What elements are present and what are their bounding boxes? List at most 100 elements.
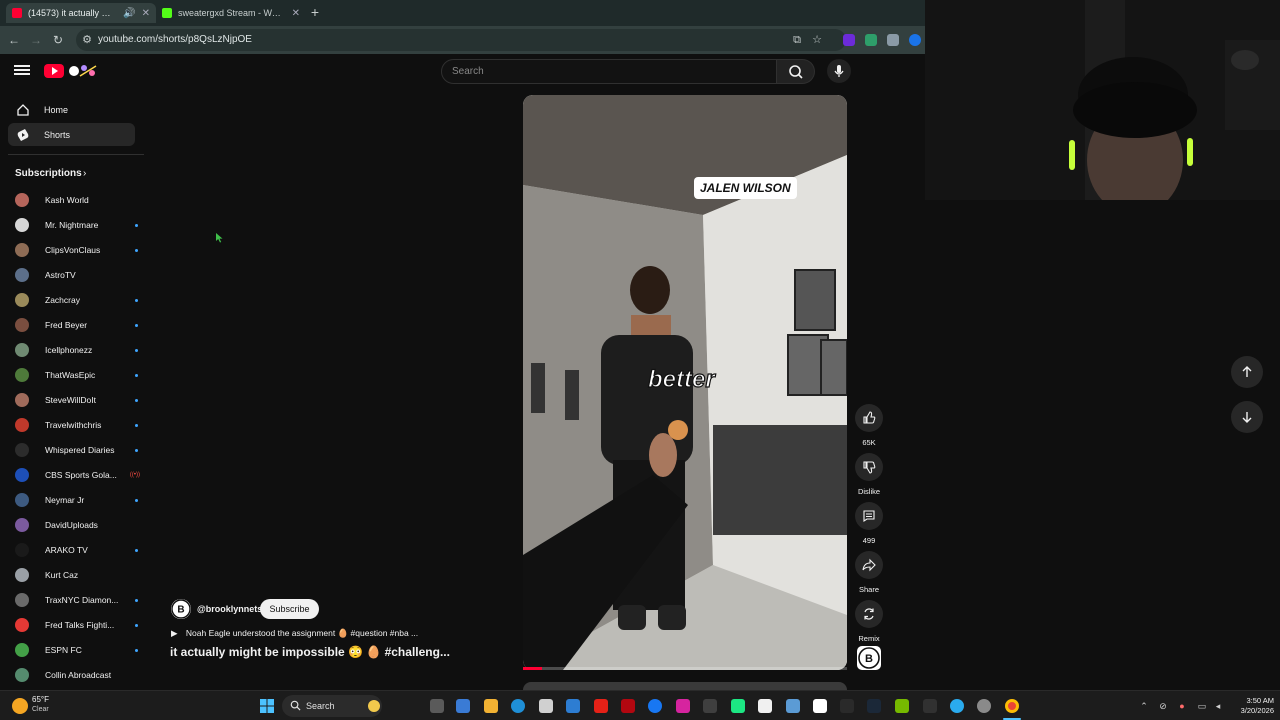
network-off-icon[interactable]: ⊘ — [1157, 700, 1169, 712]
profile-avatar-icon[interactable] — [909, 34, 921, 46]
subscribe-button[interactable]: Subscribe — [260, 599, 319, 619]
description-text: Noah Eagle understood the assignment 🥚 #… — [185, 628, 419, 638]
next-short-button[interactable] — [1231, 401, 1263, 433]
speaker-icon[interactable]: ◂ — [1212, 700, 1224, 712]
subscription-item[interactable]: Whispered Diaries — [15, 441, 140, 459]
chevron-right-icon[interactable]: › — [83, 168, 86, 179]
video-title[interactable]: it actually might be impossible 😳 🥚 #cha… — [170, 645, 450, 659]
telegram-icon[interactable] — [950, 699, 964, 713]
remix-button[interactable]: Remix — [855, 600, 883, 643]
clock-time[interactable]: 3:50 AM — [1238, 696, 1274, 705]
subscriptions-heading[interactable]: Subscriptions — [15, 168, 82, 179]
capcut-icon[interactable] — [840, 699, 854, 713]
microsoft-store-icon[interactable] — [539, 699, 553, 713]
previous-short-button[interactable] — [1231, 356, 1263, 388]
netflix-icon[interactable] — [621, 699, 635, 713]
subscription-item[interactable]: ThatWasEpic — [15, 366, 140, 384]
subscription-item[interactable]: Zachcray — [15, 291, 140, 309]
bookmark-star-icon[interactable]: ☆ — [810, 33, 824, 47]
instagram-icon[interactable] — [676, 699, 690, 713]
subscription-item[interactable]: Mr. Nightmare — [15, 216, 140, 234]
task-view-icon[interactable] — [430, 699, 444, 713]
youtube-logo-icon[interactable] — [44, 64, 64, 78]
channel-avatar[interactable]: B — [171, 599, 191, 619]
channel-name[interactable]: @brooklynnets — [197, 604, 262, 614]
new-tab-button[interactable]: + — [308, 4, 322, 20]
search-input[interactable]: Search — [441, 59, 777, 84]
subscription-item[interactable]: TraxNYC Diamon... — [15, 591, 140, 609]
weather-condition[interactable]: Clear — [32, 706, 49, 713]
chevron-up-icon[interactable]: ⌃ — [1138, 700, 1150, 712]
subscription-item[interactable]: ARAKO TV — [15, 541, 140, 559]
share-button[interactable]: Share — [855, 551, 883, 594]
install-app-icon[interactable]: ⧉ — [790, 33, 804, 47]
subscription-item[interactable]: CBS Sports Gola... ((•)) — [15, 466, 140, 484]
file-explorer-icon[interactable] — [484, 699, 498, 713]
subscription-item[interactable]: Fred Talks Fighti... — [15, 616, 140, 634]
subscription-item[interactable]: Neymar Jr — [15, 491, 140, 509]
like-button[interactable]: 65K — [855, 404, 883, 447]
sidebar-item-home[interactable]: Home — [8, 98, 135, 121]
tab-kick-stream[interactable]: sweatergxd Stream - Watch Live ✕ — [156, 3, 306, 23]
nvidia-icon[interactable] — [895, 699, 909, 713]
steam-icon[interactable] — [867, 699, 881, 713]
comments-button[interactable]: 499 — [855, 502, 883, 545]
subscription-item[interactable]: Icellphonezz — [15, 341, 140, 359]
search-button[interactable] — [777, 59, 815, 84]
subscription-item[interactable]: DavidUploads — [15, 516, 140, 534]
subscription-item[interactable]: SteveWillDoIt — [15, 391, 140, 409]
calculator-icon[interactable] — [703, 699, 717, 713]
tab-youtube-shorts[interactable]: (14573) it actually might be 🔊 ✕ — [6, 3, 156, 23]
hulu-icon[interactable] — [731, 699, 745, 713]
subscription-item[interactable]: Travelwithchris — [15, 416, 140, 434]
monitor-icon[interactable]: ▭ — [1196, 700, 1208, 712]
subscription-item[interactable]: Collin Abroadcast — [15, 666, 140, 684]
epic-games-icon[interactable] — [923, 699, 937, 713]
facebook-icon[interactable] — [648, 699, 662, 713]
reload-icon[interactable]: ↻ — [50, 32, 66, 48]
subscription-name: Mr. Nightmare — [45, 220, 99, 230]
video-description[interactable]: ▶ Noah Eagle understood the assignment 🥚… — [171, 628, 418, 639]
subscription-item[interactable]: ClipsVonClaus — [15, 241, 140, 259]
copilot-icon[interactable] — [456, 699, 470, 713]
taskbar-search-box[interactable]: Search — [282, 695, 382, 717]
sound-source-thumbnail[interactable]: B — [857, 646, 881, 670]
extension-puzzle-icon[interactable] — [887, 34, 899, 46]
forward-arrow-icon[interactable]: → — [28, 32, 44, 48]
close-tab-icon[interactable]: ✕ — [142, 8, 150, 19]
weather-temperature[interactable]: 65°F — [32, 695, 49, 704]
site-info-icon[interactable]: ⚙ — [80, 33, 94, 47]
subscription-name: Icellphonezz — [45, 345, 93, 355]
edge-browser-icon[interactable] — [511, 699, 525, 713]
new-content-dot — [135, 398, 138, 402]
youtube-app-icon[interactable] — [594, 699, 608, 713]
subscription-item[interactable]: Fred Beyer — [15, 316, 140, 334]
back-arrow-icon[interactable]: ← — [6, 32, 22, 48]
close-tab-icon[interactable]: ✕ — [292, 8, 300, 19]
microphone-muted-icon[interactable]: ● — [1176, 700, 1188, 712]
snipping-tool-icon[interactable] — [786, 699, 800, 713]
mail-icon[interactable] — [566, 699, 580, 713]
amazon-icon[interactable] — [758, 699, 772, 713]
subscription-item[interactable]: Kash World — [15, 191, 140, 209]
channel-avatar — [15, 318, 29, 332]
voice-search-button[interactable] — [827, 59, 851, 83]
hamburger-menu-icon[interactable] — [14, 63, 30, 79]
chrome-browser-icon[interactable] — [1005, 699, 1019, 713]
clock-date[interactable]: 3/20/2026 — [1232, 706, 1274, 715]
subscription-item[interactable]: Kurt Caz — [15, 566, 140, 584]
extension-k-icon[interactable] — [843, 34, 855, 46]
settings-gear-icon[interactable] — [977, 699, 991, 713]
weather-icon[interactable] — [12, 698, 28, 714]
sidebar-item-shorts[interactable]: Shorts — [8, 123, 135, 146]
extension-counter-icon[interactable] — [865, 34, 877, 46]
mute-tab-icon[interactable]: 🔊 — [123, 8, 135, 19]
address-bar[interactable]: ⚙ youtube.com/shorts/p8QsLzNjpOE ⧉ ☆ — [76, 29, 846, 51]
youtube-doodle-icon[interactable] — [66, 62, 100, 80]
windows-start-icon[interactable] — [259, 698, 275, 714]
subscription-item[interactable]: AstroTV — [15, 266, 140, 284]
dislike-button[interactable]: Dislike — [855, 453, 883, 496]
subscription-item[interactable]: ESPN FC — [15, 641, 140, 659]
video-progress-bar[interactable] — [523, 667, 847, 670]
roblox-icon[interactable] — [813, 699, 827, 713]
